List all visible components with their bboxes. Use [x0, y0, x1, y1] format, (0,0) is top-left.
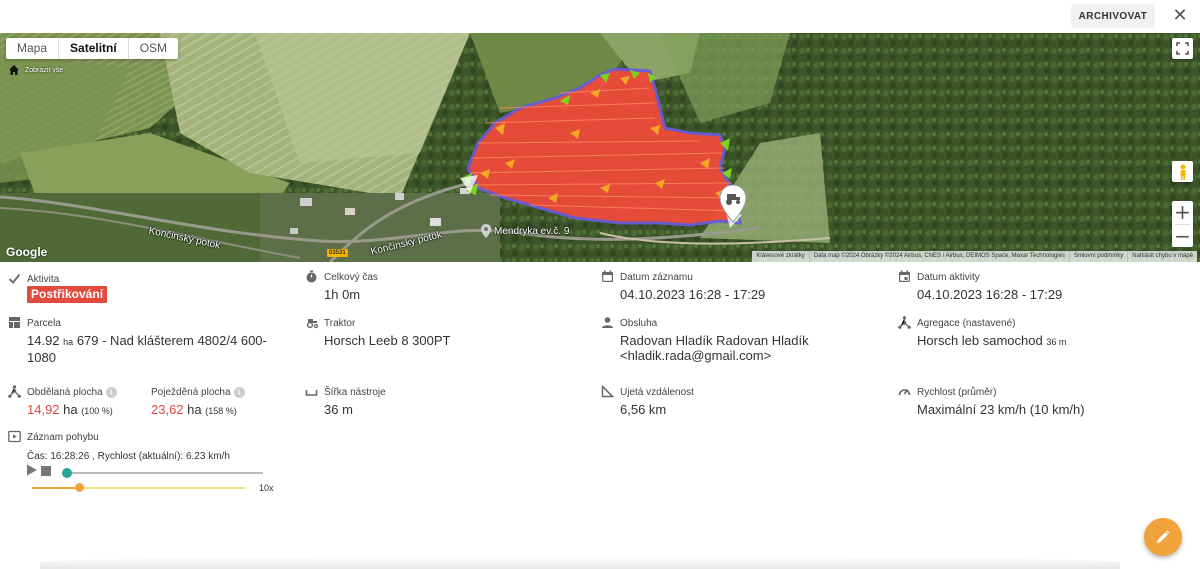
satellite-imagery: [0, 33, 1200, 262]
pencil-icon: [1157, 530, 1170, 543]
detail-label: Traktor: [324, 318, 356, 329]
tractor-icon: [306, 319, 319, 329]
parcel-link[interactable]: 14.92 ha 679 - Nad klášterem 4802/4 600-…: [27, 333, 267, 365]
driven-area-value: 23,62 ha (158 %): [151, 402, 237, 417]
keyboard-shortcuts-link[interactable]: Klávesové zkratky: [752, 251, 808, 262]
tractor-position-marker[interactable]: [718, 184, 748, 229]
speed-progress: [32, 487, 79, 489]
speed-multiplier: 10x: [259, 483, 274, 493]
angle-icon: [601, 385, 614, 398]
zoom-out-button[interactable]: −: [1172, 225, 1193, 248]
calendar-icon: [602, 270, 613, 282]
show-all-control[interactable]: Zobrazit vše: [8, 64, 63, 76]
edit-button[interactable]: [1144, 518, 1182, 556]
playback-slider-handle[interactable]: [62, 468, 72, 478]
playback-status: Čas: 16:28:26 , Rychlost (aktuální): 6.2…: [27, 451, 230, 462]
play-icon[interactable]: [26, 464, 38, 476]
check-icon: [8, 273, 21, 284]
width-icon: [305, 390, 318, 396]
detail-label: Rychlost (průměr): [917, 387, 997, 398]
home-icon: [9, 65, 19, 75]
pegman-icon[interactable]: [1172, 161, 1193, 182]
activity-date-value: 04.10.2023 16:28 - 17:29: [917, 287, 1063, 302]
detail-label: Agregace (nastavené): [917, 318, 1016, 329]
distance-value: 6,56 km: [620, 402, 667, 417]
detail-label: Obsluha: [620, 318, 658, 329]
aggregation-value: Horsch leb samochod 36 m: [917, 333, 1067, 348]
place-pin-icon: [481, 224, 491, 238]
calendar-event-icon: [899, 270, 910, 282]
speedometer-icon: [898, 389, 911, 396]
map-attribution: Klávesové zkratky Data map ©2024 Obrázky…: [752, 251, 1197, 262]
zoom-in-button[interactable]: +: [1172, 201, 1193, 224]
zoom-control: + −: [1172, 201, 1193, 248]
close-icon[interactable]: ✕: [1168, 5, 1192, 27]
stop-icon[interactable]: [41, 466, 51, 476]
info-icon[interactable]: i: [233, 387, 245, 398]
show-all-label: Zobrazit vše: [25, 66, 64, 74]
speed-slider-handle[interactable]: [75, 483, 84, 492]
worked-area-value: 14,92 ha (100 %): [27, 402, 113, 417]
detail-label: Ujetá vzdálenost: [620, 387, 694, 398]
hub-icon: [8, 385, 21, 398]
tractor-icon: [719, 184, 747, 223]
activity-badge: Postřikování: [27, 286, 108, 303]
detail-label: Poježděná plocha i: [151, 387, 245, 398]
terms-link[interactable]: Smluvní podmínky: [1068, 251, 1127, 262]
activity-details: Aktivita Postřikování Celkový čas 1h 0m …: [0, 262, 1200, 569]
top-bar: ARCHIVOVAT ✕: [0, 0, 1200, 33]
hub-icon: [898, 316, 911, 329]
detail-label: Datum záznamu: [620, 272, 693, 283]
info-icon[interactable]: i: [105, 387, 117, 398]
bottom-panel-edge: [40, 556, 1120, 569]
detail-label: Aktivita: [27, 274, 60, 285]
map-type-mapa[interactable]: Mapa: [6, 38, 58, 59]
tractor-link[interactable]: Horsch Leeb 8 300PT: [324, 333, 450, 348]
operator-value: Radovan Hladík Radovan Hladík <hladik.rad…: [620, 333, 809, 363]
playback-track[interactable]: [66, 472, 263, 474]
speed-value: Maximální 23 km/h (10 km/h): [917, 402, 1085, 417]
map-data-credit: Data map ©2024 Obrázky ©2024 Airbus, CNE…: [808, 251, 1069, 262]
detail-label: Záznam pohybu: [27, 432, 99, 443]
road-number-label: 03531: [327, 249, 348, 257]
poi-marker[interactable]: Mendryka ev.č. 9: [481, 224, 569, 238]
map-type-satellite[interactable]: Satelitní: [58, 38, 129, 59]
map-view[interactable]: Mapa Satelitní OSM Zobrazit vše + − Konč…: [0, 33, 1200, 262]
detail-label: Celkový čas: [324, 272, 378, 283]
parcel-grid-icon: [9, 317, 20, 328]
stopwatch-icon: [306, 270, 317, 283]
record-date-value: 04.10.2023 16:28 - 17:29: [620, 287, 766, 302]
map-type-switch: Mapa Satelitní OSM: [6, 38, 179, 59]
total-time-value: 1h 0m: [324, 287, 361, 302]
person-icon: [602, 317, 613, 328]
detail-label: Obdělaná plocha i: [27, 387, 117, 398]
detail-label: Šířka nástroje: [324, 387, 386, 398]
report-error-link[interactable]: Nahlásit chybu v mapě: [1127, 251, 1197, 262]
tool-width-value: 36 m: [324, 402, 353, 417]
map-type-osm[interactable]: OSM: [129, 38, 178, 59]
fullscreen-icon[interactable]: [1172, 38, 1193, 59]
video-icon: [8, 430, 21, 443]
detail-label: Parcela: [27, 318, 61, 329]
detail-label: Datum aktivity: [917, 272, 980, 283]
archive-button[interactable]: ARCHIVOVAT: [1071, 4, 1155, 28]
google-logo: Google: [6, 245, 48, 259]
poi-label: Mendryka ev.č. 9: [494, 225, 570, 237]
